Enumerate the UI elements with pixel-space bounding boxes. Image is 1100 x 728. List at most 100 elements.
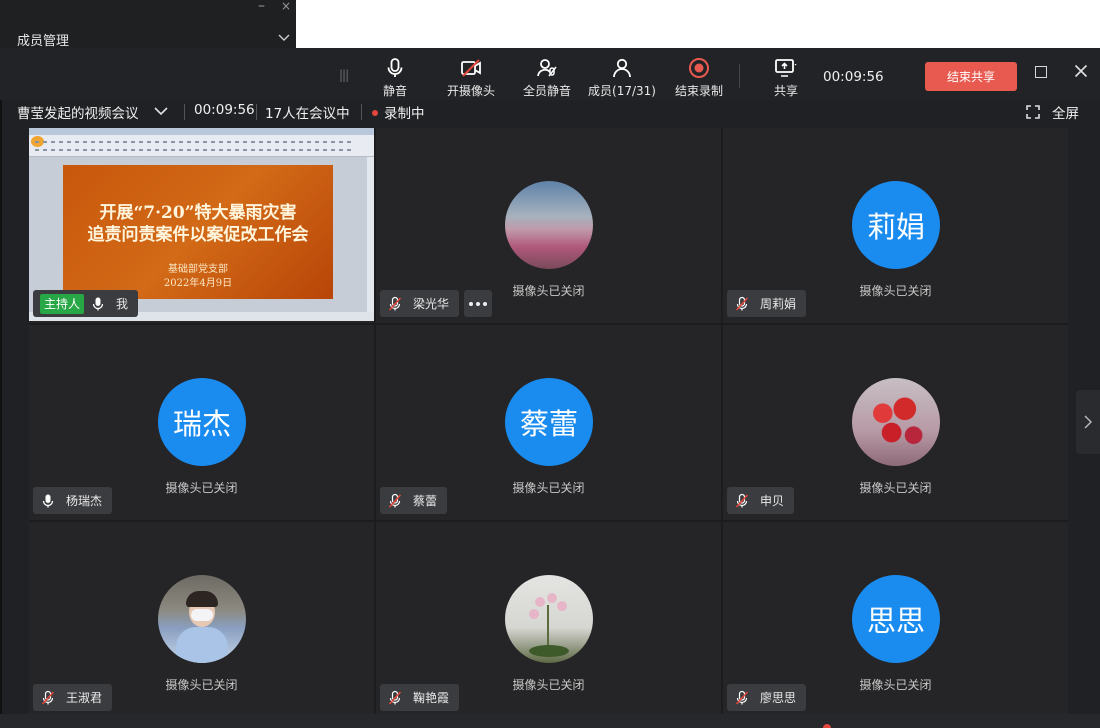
presentation-slide: 开展“7·20”特大暴雨灾害 追责问责案件以案促改工作会 基础部党支部 2022…: [63, 165, 333, 299]
avatar: [505, 181, 593, 269]
participant-name: 王淑君: [66, 691, 103, 705]
recording-dot-icon: [823, 724, 831, 728]
members-button[interactable]: 成员(17/31): [588, 56, 656, 100]
share-button[interactable]: 共享: [766, 56, 806, 100]
maximize-icon[interactable]: [1035, 66, 1047, 78]
window-edge: [0, 100, 2, 728]
mic-muted-icon: [388, 493, 402, 508]
mic-muted-icon: [735, 493, 749, 508]
photo-detail: [186, 591, 218, 607]
end-share-button[interactable]: 结束共享: [925, 62, 1017, 91]
divider: [184, 104, 185, 120]
mic-muted-icon: [388, 296, 402, 311]
avatar: 瑞杰: [158, 378, 246, 466]
video-tile[interactable]: 摄像头已关闭 申贝: [723, 325, 1068, 520]
video-grid: 开展“7·20”特大暴雨灾害 追责问责案件以案促改工作会 基础部党支部 2022…: [29, 128, 1068, 717]
photo-detail: [547, 593, 557, 603]
camera-off-icon: [461, 59, 481, 77]
avatar: [505, 575, 593, 663]
mute-label: 静音: [382, 84, 407, 98]
panel-minimize-button[interactable]: –: [258, 0, 265, 14]
fullscreen-icon[interactable]: [1026, 105, 1040, 119]
photo-detail: [191, 609, 213, 621]
ribbon-row: [35, 149, 355, 151]
avatar: [852, 378, 940, 466]
stop-record-label: 结束录制: [674, 84, 723, 98]
meeting-title[interactable]: 曹莹发起的视频会议: [17, 102, 139, 122]
scrollbar[interactable]: [367, 157, 374, 312]
next-page-handle[interactable]: [1076, 390, 1100, 454]
shared-window-ribbon: [29, 135, 374, 157]
dot: [469, 301, 473, 306]
camera-button[interactable]: 开摄像头: [446, 56, 496, 100]
fullscreen-button[interactable]: 全屏: [1052, 102, 1079, 122]
slide-date: 2022年4月9日: [163, 278, 233, 289]
mic-muted-icon: [388, 690, 402, 705]
participant-nametag: 廖思思: [727, 684, 807, 711]
host-badge: 主持人: [40, 293, 85, 314]
participant-name: 杨瑞杰: [66, 494, 103, 508]
drag-handle-icon[interactable]: |||: [339, 68, 349, 82]
member-management-panel: – × 成员管理: [0, 0, 296, 50]
mute-all-button[interactable]: 全员静音: [522, 56, 572, 100]
mute-all-icon: [537, 59, 557, 77]
video-tile[interactable]: 思思 摄像头已关闭 廖思思: [723, 522, 1068, 717]
video-tile[interactable]: 瑞杰 摄像头已关闭 杨瑞杰: [29, 325, 374, 520]
slide-organization: 基础部党支部: [168, 264, 228, 275]
photo-detail: [557, 601, 567, 611]
mic-muted-icon: [735, 296, 749, 311]
participant-name: 蔡蕾: [413, 494, 438, 508]
meeting-info-bar: 曹莹发起的视频会议 00:09:56 17人在会议中 录制中 全屏: [0, 100, 1100, 126]
participant-nametag: 梁光华: [380, 290, 460, 317]
participant-name: 廖思思: [760, 691, 797, 705]
dot: [483, 301, 487, 306]
close-icon[interactable]: [1072, 62, 1090, 80]
slide-title-line2: 追责问责案件以案促改工作会: [87, 225, 309, 245]
chevron-down-icon[interactable]: [276, 29, 292, 45]
avatar: 莉娟: [852, 181, 940, 269]
divider: [256, 104, 257, 120]
members-icon: [613, 58, 631, 78]
panel-close-button[interactable]: ×: [281, 0, 291, 13]
toolbar-divider: [739, 64, 740, 88]
chevron-right-icon: [1084, 415, 1092, 429]
stop-record-icon: [689, 58, 709, 78]
photo-detail: [529, 609, 539, 619]
photo-detail: [529, 645, 569, 657]
microphone-icon: [92, 297, 104, 310]
more-options-button[interactable]: [464, 290, 492, 317]
microphone-icon: [42, 494, 54, 507]
share-screen-icon: [775, 59, 797, 77]
members-label: 成员(17/31): [588, 84, 656, 98]
participant-nametag: 蔡蕾: [380, 487, 448, 514]
mic-muted-icon: [41, 690, 55, 705]
avatar: 蔡蕾: [505, 378, 593, 466]
bottom-bar: [0, 714, 1100, 728]
participant-nametag: 周莉娟: [727, 290, 807, 317]
ribbon-row: [35, 141, 355, 143]
participant-count: 17人在会议中: [265, 106, 350, 122]
video-tile[interactable]: 摄像头已关闭 王淑君: [29, 522, 374, 717]
meeting-window: ||| 静音 开摄像头 全员静音 成员(17/31) 结束录制 共享 00:09…: [0, 48, 1100, 728]
video-tile[interactable]: 蔡蕾 摄像头已关闭 蔡蕾: [376, 325, 721, 520]
member-panel-title: 成员管理: [17, 34, 70, 49]
participant-name: 鞠艳霞: [413, 691, 450, 705]
recording-dot-icon: [372, 110, 378, 116]
stop-record-button[interactable]: 结束录制: [674, 56, 724, 100]
video-tile[interactable]: 摄像头已关闭 梁光华: [376, 128, 721, 323]
photo-detail: [176, 627, 228, 663]
mute-button[interactable]: 静音: [381, 56, 409, 100]
toolbar-timer: 00:09:56: [823, 69, 884, 85]
video-tile[interactable]: 摄像头已关闭 鞠艳霞: [376, 522, 721, 717]
participant-name: 我: [116, 297, 129, 311]
meeting-toolbar: ||| 静音 开摄像头 全员静音 成员(17/31) 结束录制 共享 00:09…: [0, 48, 1100, 100]
camera-label: 开摄像头: [446, 84, 495, 98]
video-tile[interactable]: 莉娟 摄像头已关闭 周莉娟: [723, 128, 1068, 323]
avatar: 思思: [852, 575, 940, 663]
participant-name: 申贝: [760, 494, 785, 508]
recording-status: 录制中: [384, 106, 425, 122]
video-tile-self[interactable]: 开展“7·20”特大暴雨灾害 追责问责案件以案促改工作会 基础部党支部 2022…: [29, 128, 374, 323]
mic-muted-icon: [735, 690, 749, 705]
chevron-down-icon[interactable]: [152, 102, 170, 120]
participant-name: 梁光华: [413, 297, 450, 311]
